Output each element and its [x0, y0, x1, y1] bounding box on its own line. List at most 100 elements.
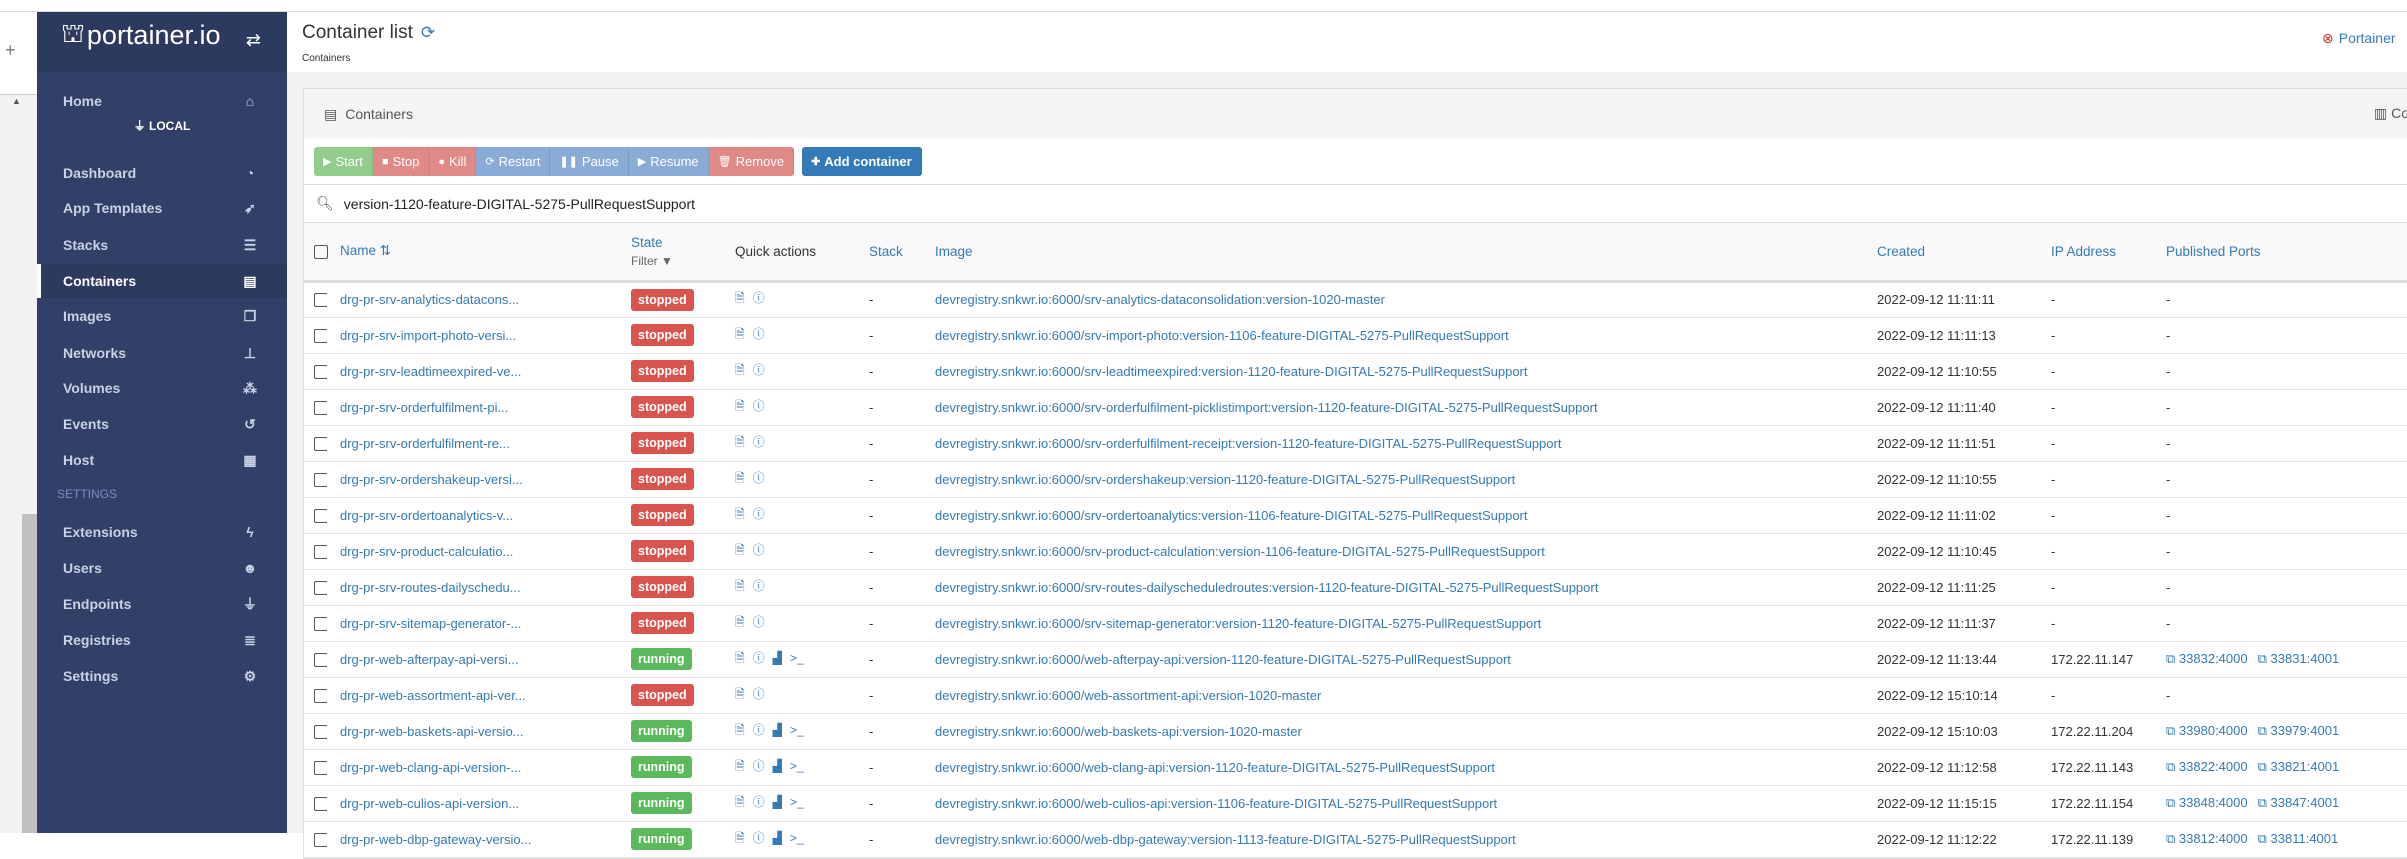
image-link[interactable]: devregistry.snkwr.io:6000/srv-ordershake… [935, 472, 1515, 487]
toggle-sidebar-icon[interactable]: ⇄ [246, 30, 261, 51]
sidebar-item-home[interactable]: Home ⌂ [37, 84, 287, 118]
kill-button[interactable]: ● Kill [429, 147, 477, 176]
row-checkbox[interactable] [314, 760, 327, 775]
image-link[interactable]: devregistry.snkwr.io:6000/web-clang-api:… [935, 760, 1495, 775]
sidebar-item-app-templates[interactable]: App Templates ➶ [37, 191, 287, 225]
row-checkbox[interactable] [314, 580, 327, 595]
image-link[interactable]: devregistry.snkwr.io:6000/web-baskets-ap… [935, 724, 1302, 739]
inspect-icon[interactable]: ⓘ [753, 543, 765, 557]
container-name-link[interactable]: drg-pr-web-culios-api-version... [340, 796, 519, 811]
scroll-up-arrow-icon[interactable]: ▲ [12, 96, 21, 106]
container-name-link[interactable]: drg-pr-srv-ordershakeup-versi... [340, 472, 523, 487]
row-checkbox[interactable] [314, 688, 327, 703]
inspect-icon[interactable]: ⓘ [753, 687, 765, 701]
published-port-link[interactable]: ⧉ 33979:4001 [2258, 723, 2340, 738]
scrollbar-thumb[interactable] [22, 514, 37, 833]
row-checkbox[interactable] [314, 364, 327, 379]
container-name-link[interactable]: drg-pr-srv-ordertoanalytics-v... [340, 508, 513, 523]
created-column-header[interactable]: Created [1877, 223, 2051, 283]
inspect-icon[interactable]: ⓘ [753, 435, 765, 449]
image-link[interactable]: devregistry.snkwr.io:6000/srv-product-ca… [935, 544, 1545, 559]
row-checkbox[interactable] [314, 472, 327, 487]
columns-selector[interactable]: ▥ Co [2374, 105, 2407, 122]
container-name-link[interactable]: drg-pr-web-dbp-gateway-versio... [340, 832, 531, 847]
inspect-icon[interactable]: ⓘ [753, 723, 765, 737]
published-port-link[interactable]: ⧉ 33821:4001 [2258, 759, 2340, 774]
stats-icon[interactable]: ▟ [773, 759, 782, 773]
image-link[interactable]: devregistry.snkwr.io:6000/web-afterpay-a… [935, 652, 1511, 667]
sidebar-item-stacks[interactable]: Stacks ☰ [37, 228, 287, 262]
logs-icon[interactable]: 🗎 [735, 579, 745, 593]
search-bar[interactable]: 🔍︎ version-1120-feature-DIGITAL-5275-Pull… [304, 185, 2407, 223]
image-link[interactable]: devregistry.snkwr.io:6000/web-culios-api… [935, 796, 1497, 811]
container-name-link[interactable]: drg-pr-web-clang-api-version-... [340, 760, 521, 775]
stack-column-header[interactable]: Stack [869, 223, 935, 283]
container-name-link[interactable]: drg-pr-web-assortment-api-ver... [340, 688, 526, 703]
resume-button[interactable]: ▶ Resume [628, 147, 709, 176]
published-port-link[interactable]: ⧉ 33848:4000 [2166, 795, 2248, 810]
image-link[interactable]: devregistry.snkwr.io:6000/srv-import-pho… [935, 328, 1509, 343]
plus-icon[interactable]: + [5, 40, 16, 61]
row-checkbox[interactable] [314, 616, 327, 631]
container-name-link[interactable]: drg-pr-srv-routes-dailyschedu... [340, 580, 521, 595]
ip-column-header[interactable]: IP Address [2051, 223, 2166, 283]
row-checkbox[interactable] [314, 436, 327, 451]
sidebar-item-endpoints[interactable]: Endpoints ⏚ [37, 587, 287, 621]
row-checkbox[interactable] [314, 832, 327, 847]
container-name-link[interactable]: drg-pr-srv-sitemap-generator-... [340, 616, 521, 631]
inspect-icon[interactable]: ⓘ [753, 651, 765, 665]
image-link[interactable]: devregistry.snkwr.io:6000/srv-orderfulfi… [935, 400, 1598, 415]
published-port-link[interactable]: ⧉ 33812:4000 [2166, 831, 2248, 846]
published-port-link[interactable]: ⧉ 33822:4000 [2166, 759, 2248, 774]
inspect-icon[interactable]: ⓘ [753, 363, 765, 377]
logs-icon[interactable]: 🗎 [735, 507, 745, 521]
container-name-link[interactable]: drg-pr-srv-leadtimeexpired-ve... [340, 364, 521, 379]
container-name-link[interactable]: drg-pr-srv-product-calculatio... [340, 544, 513, 559]
row-checkbox[interactable] [314, 544, 327, 559]
stop-button[interactable]: ■ Stop [372, 147, 430, 176]
sidebar-item-events[interactable]: Events ↺ [37, 407, 287, 441]
portainer-logo[interactable]: ⛫ portainer.io [61, 18, 221, 53]
inspect-icon[interactable]: ⓘ [753, 291, 765, 305]
logs-icon[interactable]: 🗎 [735, 399, 745, 413]
container-name-link[interactable]: drg-pr-srv-analytics-datacons... [340, 292, 519, 307]
state-filter[interactable]: Filter ▼ [631, 254, 735, 268]
row-checkbox[interactable] [314, 508, 327, 523]
sidebar-item-images[interactable]: Images ❐ [37, 299, 287, 333]
sidebar-item-registries[interactable]: Registries ≣ [37, 623, 287, 657]
logs-icon[interactable]: 🗎 [735, 471, 745, 485]
published-port-link[interactable]: ⧉ 33832:4000 [2166, 651, 2248, 666]
image-link[interactable]: devregistry.snkwr.io:6000/web-dbp-gatewa… [935, 832, 1516, 847]
container-name-link[interactable]: drg-pr-web-afterpay-api-versi... [340, 652, 518, 667]
logs-icon[interactable]: 🗎 [735, 687, 745, 701]
restart-button[interactable]: ⟳ Restart [476, 147, 551, 176]
support-link[interactable]: ⊗ Portainer [2322, 30, 2396, 47]
logs-icon[interactable]: 🗎 [735, 723, 745, 737]
image-link[interactable]: devregistry.snkwr.io:6000/srv-sitemap-ge… [935, 616, 1541, 631]
logs-icon[interactable]: 🗎 [735, 651, 745, 665]
ports-column-header[interactable]: Published Ports [2166, 223, 2407, 283]
inspect-icon[interactable]: ⓘ [753, 615, 765, 629]
inspect-icon[interactable]: ⓘ [753, 507, 765, 521]
state-column-header[interactable]: State Filter ▼ [631, 223, 735, 283]
sidebar-item-extensions[interactable]: Extensions ϟ [37, 515, 287, 549]
sidebar-item-settings[interactable]: Settings ⚙ [37, 659, 287, 693]
logs-icon[interactable]: 🗎 [735, 327, 745, 341]
sidebar-item-dashboard[interactable]: Dashboard ◔ [37, 156, 287, 190]
row-checkbox[interactable] [314, 400, 327, 415]
row-checkbox[interactable] [314, 724, 327, 739]
published-port-link[interactable]: ⧉ 33831:4001 [2258, 651, 2340, 666]
image-link[interactable]: devregistry.snkwr.io:6000/srv-analytics-… [935, 292, 1385, 307]
container-name-link[interactable]: drg-pr-srv-orderfulfilment-pi... [340, 400, 508, 415]
stats-icon[interactable]: ▟ [773, 651, 782, 665]
select-all-checkbox[interactable] [314, 244, 328, 259]
inspect-icon[interactable]: ⓘ [753, 579, 765, 593]
image-link[interactable]: devregistry.snkwr.io:6000/srv-routes-dai… [935, 580, 1598, 595]
sidebar-item-volumes[interactable]: Volumes ⁂ [37, 371, 287, 405]
inspect-icon[interactable]: ⓘ [753, 399, 765, 413]
add-container-button[interactable]: ✚ Add container [802, 147, 922, 176]
console-icon[interactable]: >_ [790, 795, 804, 809]
inspect-icon[interactable]: ⓘ [753, 795, 765, 809]
pause-button[interactable]: ❚❚ Pause [550, 147, 629, 176]
inspect-icon[interactable]: ⓘ [753, 471, 765, 485]
